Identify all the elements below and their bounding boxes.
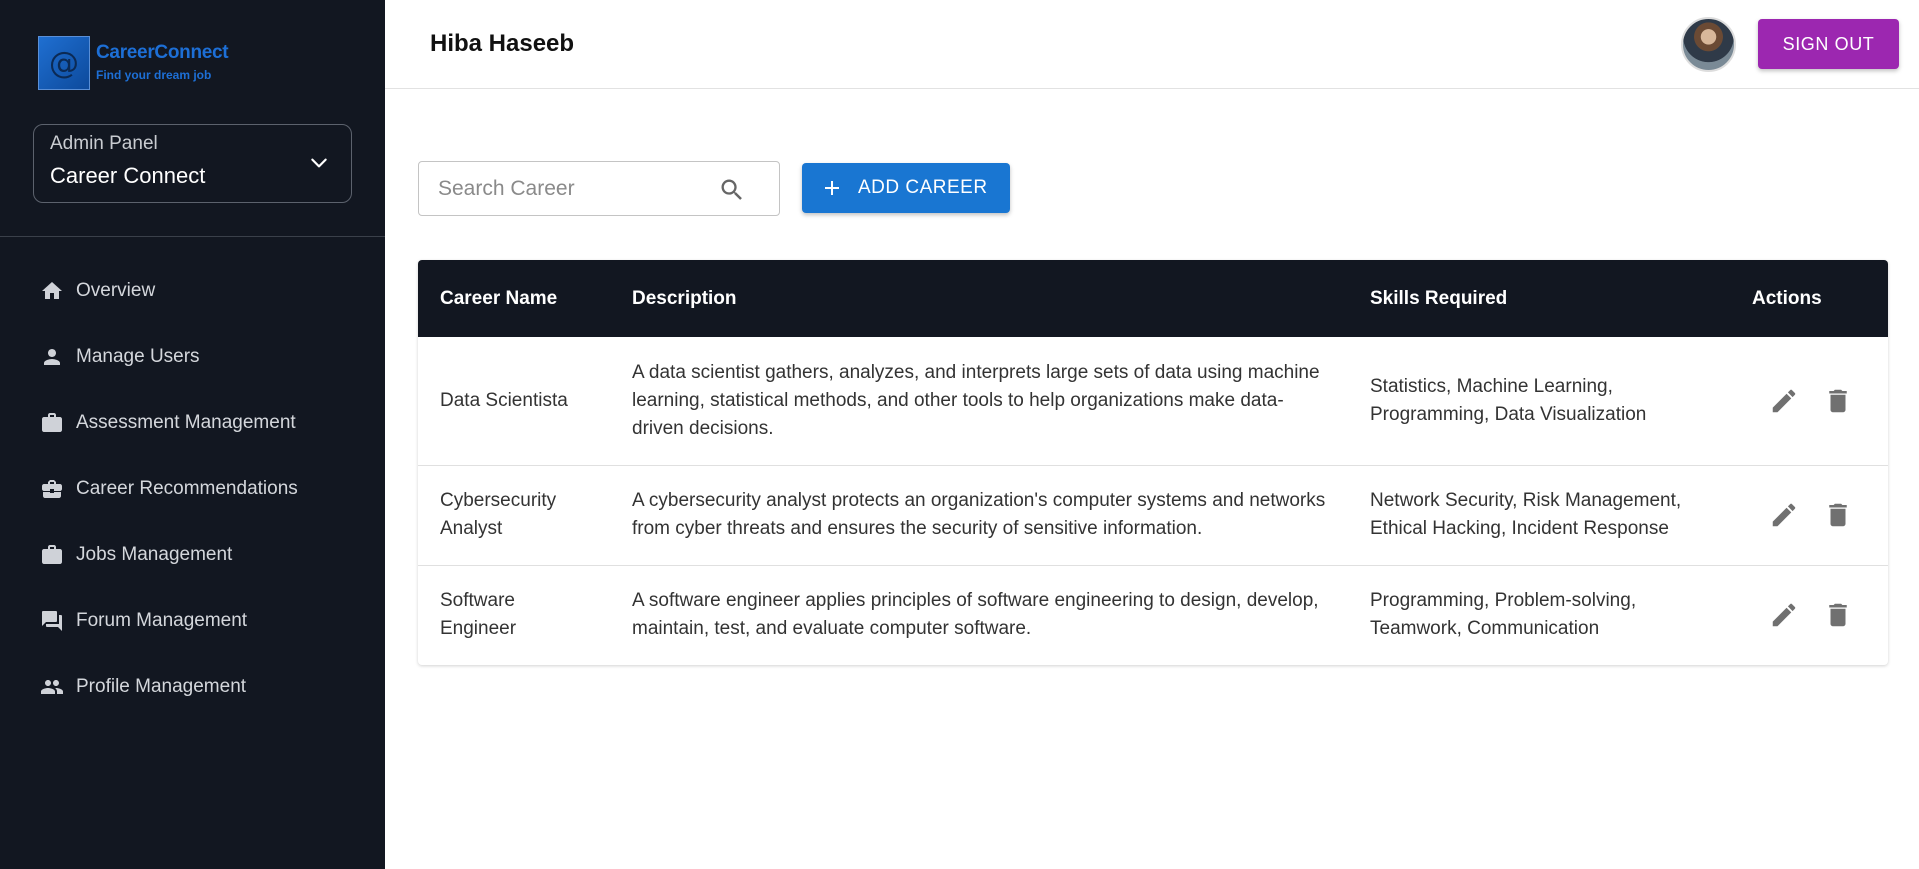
- panel-select-value: Career Connect: [50, 163, 206, 188]
- edit-button[interactable]: [1766, 497, 1802, 533]
- sign-out-button[interactable]: SIGN OUT: [1758, 19, 1899, 69]
- logo-mark-icon: @: [38, 36, 90, 90]
- sidebar-item-manage-users[interactable]: Manage Users: [0, 324, 385, 390]
- people-icon: [41, 680, 63, 694]
- pencil-icon: [1772, 389, 1796, 412]
- sidebar-item-label: Assessment Management: [76, 412, 296, 433]
- search-field: [418, 161, 780, 216]
- sidebar-item-label: Manage Users: [76, 346, 200, 367]
- sidebar-item-overview[interactable]: Overview: [0, 258, 385, 324]
- sidebar-item-profile-management[interactable]: Profile Management: [0, 654, 385, 720]
- panel-select[interactable]: Admin Panel Career Connect: [33, 124, 352, 203]
- brand-tagline: Find your dream job: [96, 68, 212, 82]
- column-header-actions: Actions: [1752, 287, 1822, 309]
- person-icon: [44, 349, 60, 365]
- trash-icon: [1829, 503, 1847, 527]
- pencil-icon: [1772, 503, 1796, 527]
- search-icon[interactable]: [718, 176, 746, 204]
- business-center-icon: [42, 480, 62, 498]
- table-header-row: Career Name Description Skills Required …: [418, 260, 1888, 337]
- sidebar-item-assessment-management[interactable]: Assessment Management: [0, 390, 385, 456]
- edit-button[interactable]: [1766, 597, 1802, 633]
- sidebar-item-jobs-management[interactable]: Jobs Management: [0, 522, 385, 588]
- sidebar: @ CareerConnect Find your dream job Admi…: [0, 0, 385, 869]
- table-row: Data Scientista A data scientist gathers…: [418, 337, 1888, 465]
- sidebar-divider: [0, 236, 385, 237]
- avatar[interactable]: [1681, 17, 1736, 72]
- cell-skills: Network Security, Risk Management, Ethic…: [1370, 490, 1682, 539]
- plus-icon: [825, 181, 839, 195]
- column-header-career-name[interactable]: Career Name: [418, 260, 610, 337]
- cell-career-name: Software Engineer: [440, 590, 517, 640]
- column-header-skills-required[interactable]: Skills Required: [1348, 260, 1730, 337]
- delete-button[interactable]: [1820, 597, 1856, 633]
- delete-button[interactable]: [1820, 383, 1856, 419]
- sidebar-item-label: Overview: [76, 280, 156, 301]
- trash-icon: [1829, 389, 1847, 412]
- cell-skills: Statistics, Machine Learning, Programmin…: [1370, 375, 1647, 425]
- pencil-icon: [1772, 603, 1796, 627]
- column-header-description[interactable]: Description: [610, 260, 1348, 337]
- brand-logo[interactable]: @ CareerConnect Find your dream job: [38, 36, 229, 90]
- home-icon: [42, 282, 62, 299]
- cell-description: A data scientist gathers, analyzes, and …: [632, 361, 1320, 439]
- sidebar-nav: Overview Manage Users Assessment Managem…: [0, 258, 385, 720]
- sidebar-item-label: Career Recommendations: [76, 478, 298, 499]
- sidebar-item-career-recommendations[interactable]: Career Recommendations: [0, 456, 385, 522]
- user-name: Hiba Haseeb: [430, 30, 575, 57]
- sidebar-item-label: Forum Management: [76, 610, 248, 631]
- forum-icon: [42, 611, 62, 631]
- edit-button[interactable]: [1766, 383, 1802, 419]
- trash-icon: [1829, 604, 1847, 627]
- brand-title: CareerConnect: [96, 42, 229, 63]
- cell-career-name: Data Scientista: [440, 389, 568, 411]
- sidebar-item-label: Profile Management: [76, 676, 247, 697]
- cell-career-name: Cybersecurity Analyst: [440, 490, 557, 539]
- top-header: Hiba Haseeb SIGN OUT: [385, 0, 1919, 89]
- delete-button[interactable]: [1820, 497, 1856, 533]
- search-input[interactable]: [419, 162, 709, 215]
- add-career-button[interactable]: ADD CAREER: [802, 163, 1010, 213]
- cell-description: A cybersecurity analyst protects an orga…: [632, 490, 1326, 539]
- table-row: Software Engineer A software engineer ap…: [418, 565, 1888, 665]
- careers-table: Career Name Description Skills Required …: [418, 260, 1888, 665]
- cell-description: A software engineer applies principles o…: [632, 590, 1319, 640]
- table-row: Cybersecurity Analyst A cybersecurity an…: [418, 465, 1888, 565]
- briefcase-icon: [42, 413, 62, 432]
- chevron-down-icon: [311, 158, 327, 168]
- add-career-label: ADD CAREER: [858, 177, 988, 198]
- panel-select-label: Admin Panel: [50, 133, 158, 154]
- cell-skills: Programming, Problem-solving, Teamwork, …: [1370, 590, 1637, 640]
- sidebar-item-label: Jobs Management: [76, 544, 233, 565]
- sidebar-item-forum-management[interactable]: Forum Management: [0, 588, 385, 654]
- briefcase-icon: [42, 545, 62, 564]
